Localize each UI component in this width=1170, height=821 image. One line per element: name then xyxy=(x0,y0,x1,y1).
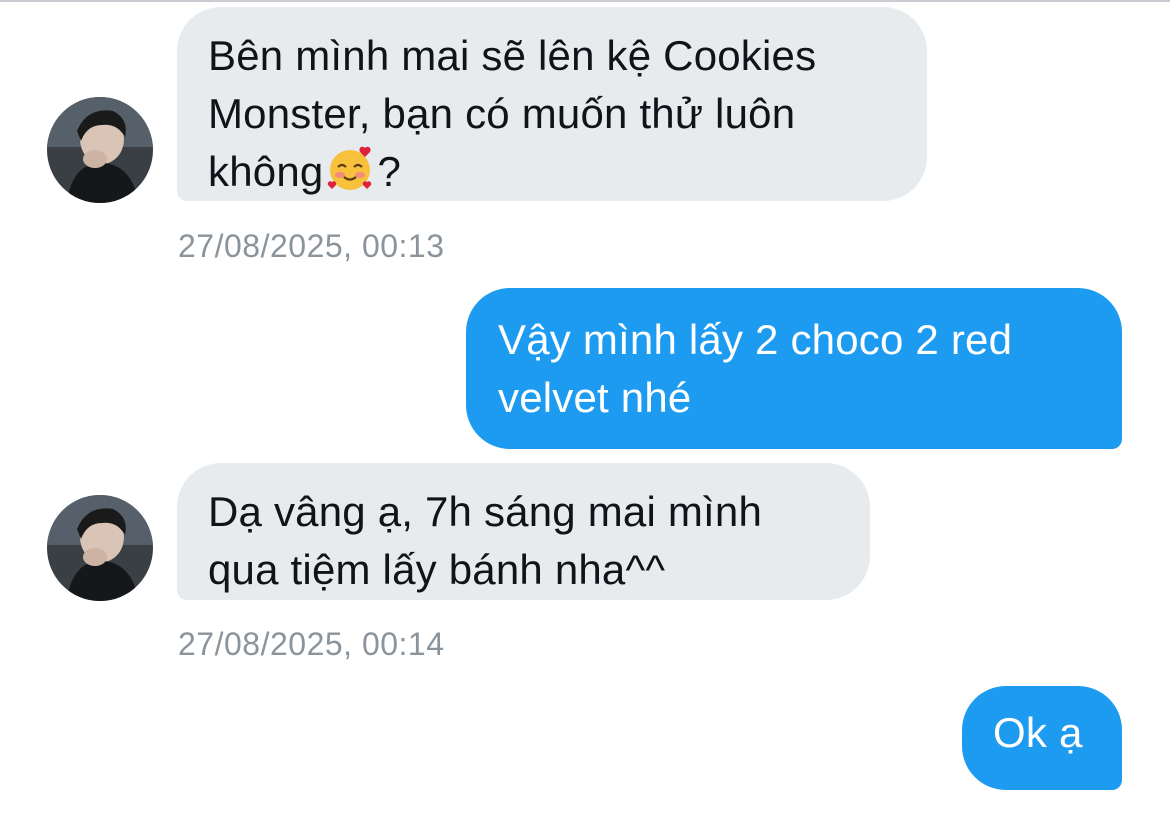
sender-avatar[interactable] xyxy=(47,97,153,203)
message-bubble-incoming[interactable]: Bên mình mai sẽ lên kệ Cookies Monster, … xyxy=(177,7,927,201)
message-timestamp: 27/08/2025, 00:13 xyxy=(178,228,445,264)
message-bubble-outgoing[interactable]: Ok ạ xyxy=(962,686,1122,790)
message-text: Vậy mình lấy 2 choco 2 red xyxy=(498,316,1013,363)
message-timestamp: 27/08/2025, 00:14 xyxy=(178,626,445,662)
avatar-photo xyxy=(47,97,153,203)
message-bubble-outgoing[interactable]: Vậy mình lấy 2 choco 2 red velvet nhé xyxy=(466,288,1122,449)
message-text: không xyxy=(208,148,324,195)
message-text: ? xyxy=(377,148,401,195)
message-text-line: không ? xyxy=(208,143,897,201)
message-text: velvet nhé xyxy=(498,374,692,421)
message-bubble-incoming[interactable]: Dạ vâng ạ, 7h sáng mai mình qua tiệm lấy… xyxy=(177,463,870,600)
top-divider xyxy=(0,0,1170,2)
message-text: qua tiệm lấy bánh nha^^ xyxy=(208,546,666,593)
message-text: Bên mình mai sẽ lên kệ Cookies xyxy=(208,32,817,79)
message-text: Monster, bạn có muốn thử luôn xyxy=(208,90,796,137)
sender-avatar[interactable] xyxy=(47,495,153,601)
message-text: Dạ vâng ạ, 7h sáng mai mình xyxy=(208,488,763,535)
avatar-photo xyxy=(47,495,153,601)
message-text: Ok ạ xyxy=(993,709,1083,756)
smiling-face-with-hearts-icon xyxy=(328,146,372,190)
